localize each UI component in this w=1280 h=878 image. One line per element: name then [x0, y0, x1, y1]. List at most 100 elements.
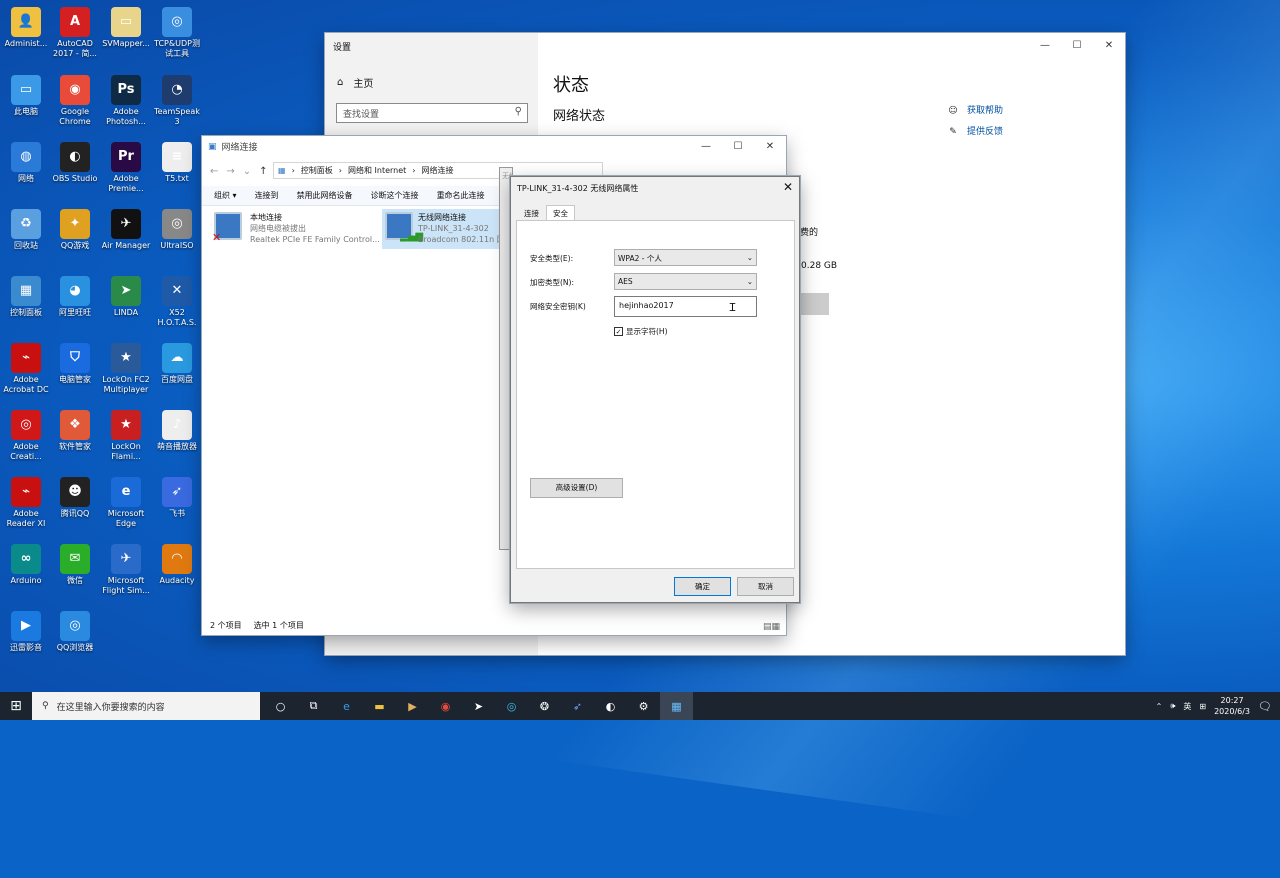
- breadcrumb-control-panel[interactable]: 控制面板: [301, 165, 333, 176]
- desktop-icon[interactable]: ✦ QQ游戏: [49, 205, 101, 251]
- desktop-icon[interactable]: ◔ TeamSpeak 3: [151, 71, 203, 127]
- feedback-link[interactable]: ✎ 提供反馈: [947, 122, 1003, 143]
- connect-to-button[interactable]: 连接到: [255, 190, 279, 201]
- page-title: 状态: [553, 75, 589, 96]
- settings-gear-icon[interactable]: ⚙: [627, 692, 660, 720]
- send-icon[interactable]: ➤: [462, 692, 495, 720]
- ime-indicator[interactable]: 英: [1183, 701, 1191, 712]
- app-icon: ✈: [111, 209, 141, 239]
- desktop-icon[interactable]: ◠ Audacity: [151, 540, 203, 586]
- chrome-icon[interactable]: ◉: [429, 692, 462, 720]
- app-icon: ✉: [60, 544, 90, 574]
- desktop-icon[interactable]: e Microsoft Edge: [100, 473, 152, 529]
- desktop-icon[interactable]: ⌁ Adobe Acrobat DC: [0, 339, 52, 395]
- desktop-icon[interactable]: ★ LockOn FC2 Multiplayer: [100, 339, 152, 395]
- desktop-icon[interactable]: ♻ 回收站: [0, 205, 52, 251]
- desktop-icon[interactable]: ⌁ Adobe Reader XI: [0, 473, 52, 529]
- close-icon[interactable]: ✕: [1093, 36, 1125, 54]
- desktop-icon[interactable]: ➤ LINDA: [100, 272, 152, 318]
- cortana-icon[interactable]: ○: [264, 692, 297, 720]
- desktop-icon[interactable]: ◎ UltraISO: [151, 205, 203, 251]
- desktop-icon[interactable]: ☁ 百度网盘: [151, 339, 203, 385]
- status-bar: 2 个项目 选中 1 个项目: [210, 620, 304, 631]
- taskbar-search-input[interactable]: ⚲ 在这里输入你要搜索的内容: [32, 692, 260, 720]
- file-explorer-icon[interactable]: ▬: [363, 692, 396, 720]
- desktop-icon[interactable]: ▭ 此电脑: [0, 71, 52, 117]
- tab-connection[interactable]: 连接: [517, 205, 546, 220]
- get-help-link[interactable]: ☺ 获取帮助: [947, 101, 1003, 122]
- cancel-button[interactable]: 取消: [737, 577, 794, 596]
- organize-button[interactable]: 组织 ▾: [214, 190, 237, 201]
- maximize-icon[interactable]: ☐: [722, 137, 754, 155]
- up-arrow-icon[interactable]: ↑: [259, 166, 267, 177]
- desktop-icon[interactable]: ▭ SVMapper...: [100, 3, 152, 49]
- security-type-select[interactable]: WPA2 - 个人 ⌄: [614, 249, 757, 266]
- settings-home-link[interactable]: ⌂ 主页: [337, 75, 373, 90]
- back-arrow-icon[interactable]: ←: [210, 166, 218, 177]
- desktop-icon[interactable]: ⛉ 电脑管家: [49, 339, 101, 385]
- netconn-titlebar: ▣ 网络连接: [208, 140, 258, 154]
- desktop-icon[interactable]: ◕ 阿里旺旺: [49, 272, 101, 318]
- minimize-icon[interactable]: —: [1029, 36, 1061, 54]
- desktop-icon[interactable]: ▦ 控制面板: [0, 272, 52, 318]
- connection-item-local[interactable]: ✕ 本地连接 网络电缆被拔出 Realtek PCIe FE Family Cont…: [212, 212, 384, 248]
- breadcrumb-network-internet[interactable]: 网络和 Internet: [348, 165, 406, 176]
- desktop-icon[interactable]: 👤 Administ...: [0, 3, 52, 49]
- connection-item-wireless[interactable]: ▂▄▆ 无线网络连接 TP-LINK_31-4-302 Broadcom 802.1…: [382, 209, 512, 249]
- desktop-icon[interactable]: ◎ TCP&UDP测试工具: [151, 3, 203, 59]
- desktop-icon[interactable]: ✈ Air Manager: [100, 205, 152, 251]
- settings-search-input[interactable]: 查找设置 ⚲: [336, 103, 528, 123]
- desktop-icon[interactable]: ◎ QQ浏览器: [49, 607, 101, 653]
- volume-icon[interactable]: 🕪: [1170, 701, 1175, 711]
- edge-beta-icon[interactable]: ◎: [495, 692, 528, 720]
- close-icon[interactable]: ✕: [754, 137, 786, 155]
- desktop-icon[interactable]: ◎ Adobe Creati...: [0, 406, 52, 462]
- notification-icon[interactable]: 🗨: [1258, 700, 1272, 713]
- desktop-icon-label: Microsoft Flight Sim...: [102, 576, 150, 595]
- desktop-icon[interactable]: ♪ 萌音播放器: [151, 406, 203, 452]
- desktop-icon[interactable]: Ps Adobe Photosh...: [100, 71, 152, 127]
- desktop-icon[interactable]: ➶ 飞书: [151, 473, 203, 519]
- desktop-icon[interactable]: ❖ 软件管家: [49, 406, 101, 452]
- breadcrumb-network-connections[interactable]: 网络连接: [421, 165, 453, 176]
- desktop-icon[interactable]: Pr Adobe Premie...: [100, 138, 152, 194]
- show-characters-checkbox[interactable]: ✓ 显示字符(H): [614, 326, 668, 337]
- network-connections-taskbar-icon[interactable]: ▦: [660, 692, 693, 720]
- tab-security[interactable]: 安全: [546, 205, 575, 220]
- edge-icon[interactable]: e: [330, 692, 363, 720]
- tray-chevron-up-icon[interactable]: ⌃: [1156, 702, 1163, 711]
- desktop-icon[interactable]: ✉ 微信: [49, 540, 101, 586]
- ime-grid-icon[interactable]: ⊞: [1199, 702, 1206, 711]
- desktop-icon[interactable]: ✕ X52 H.O.T.A.S.: [151, 272, 203, 328]
- media-player-icon[interactable]: ▶: [396, 692, 429, 720]
- desktop-icon[interactable]: A AutoCAD 2017 - 简...: [49, 3, 101, 59]
- task-view-icon[interactable]: ⧉: [297, 692, 330, 720]
- maximize-icon[interactable]: ☐: [1061, 36, 1093, 54]
- desktop-icon[interactable]: ≡ T5.txt: [151, 138, 203, 184]
- windows-start-icon[interactable]: ⊞: [0, 692, 32, 720]
- disable-device-button[interactable]: 禁用此网络设备: [297, 190, 353, 201]
- obs-icon[interactable]: ◐: [594, 692, 627, 720]
- desktop-icon[interactable]: ◉ Google Chrome: [49, 71, 101, 127]
- rename-button[interactable]: 重命名此连接: [437, 190, 485, 201]
- desktop-icon-label: Adobe Premie...: [108, 174, 144, 193]
- desktop-icon[interactable]: ◐ OBS Studio: [49, 138, 101, 184]
- desktop-icon[interactable]: ∞ Arduino: [0, 540, 52, 586]
- desktop-icon[interactable]: ☻ 腾讯QQ: [49, 473, 101, 519]
- ok-button[interactable]: 确定: [674, 577, 731, 596]
- encryption-type-select[interactable]: AES ⌄: [614, 273, 757, 290]
- desktop-icon[interactable]: ✈ Microsoft Flight Sim...: [100, 540, 152, 596]
- recent-chevron-icon[interactable]: ⌄: [243, 166, 251, 177]
- desktop-icon[interactable]: ▶ 迅雷影音: [0, 607, 52, 653]
- desktop-icon[interactable]: ★ LockOn Flami...: [100, 406, 152, 462]
- network-app-icon[interactable]: ❂: [528, 692, 561, 720]
- feishu-icon[interactable]: ➶: [561, 692, 594, 720]
- clock[interactable]: 20:27 2020/6/3: [1214, 695, 1250, 717]
- diagnose-button[interactable]: 诊断这个连接: [371, 190, 419, 201]
- close-icon[interactable]: ✕: [783, 180, 793, 194]
- minimize-icon[interactable]: —: [690, 137, 722, 155]
- desktop-icon[interactable]: ◍ 网络: [0, 138, 52, 184]
- view-toggle-icon[interactable]: ▤▦: [763, 622, 780, 632]
- forward-arrow-icon[interactable]: →: [226, 166, 234, 177]
- advanced-settings-button[interactable]: 高级设置(D): [530, 478, 623, 498]
